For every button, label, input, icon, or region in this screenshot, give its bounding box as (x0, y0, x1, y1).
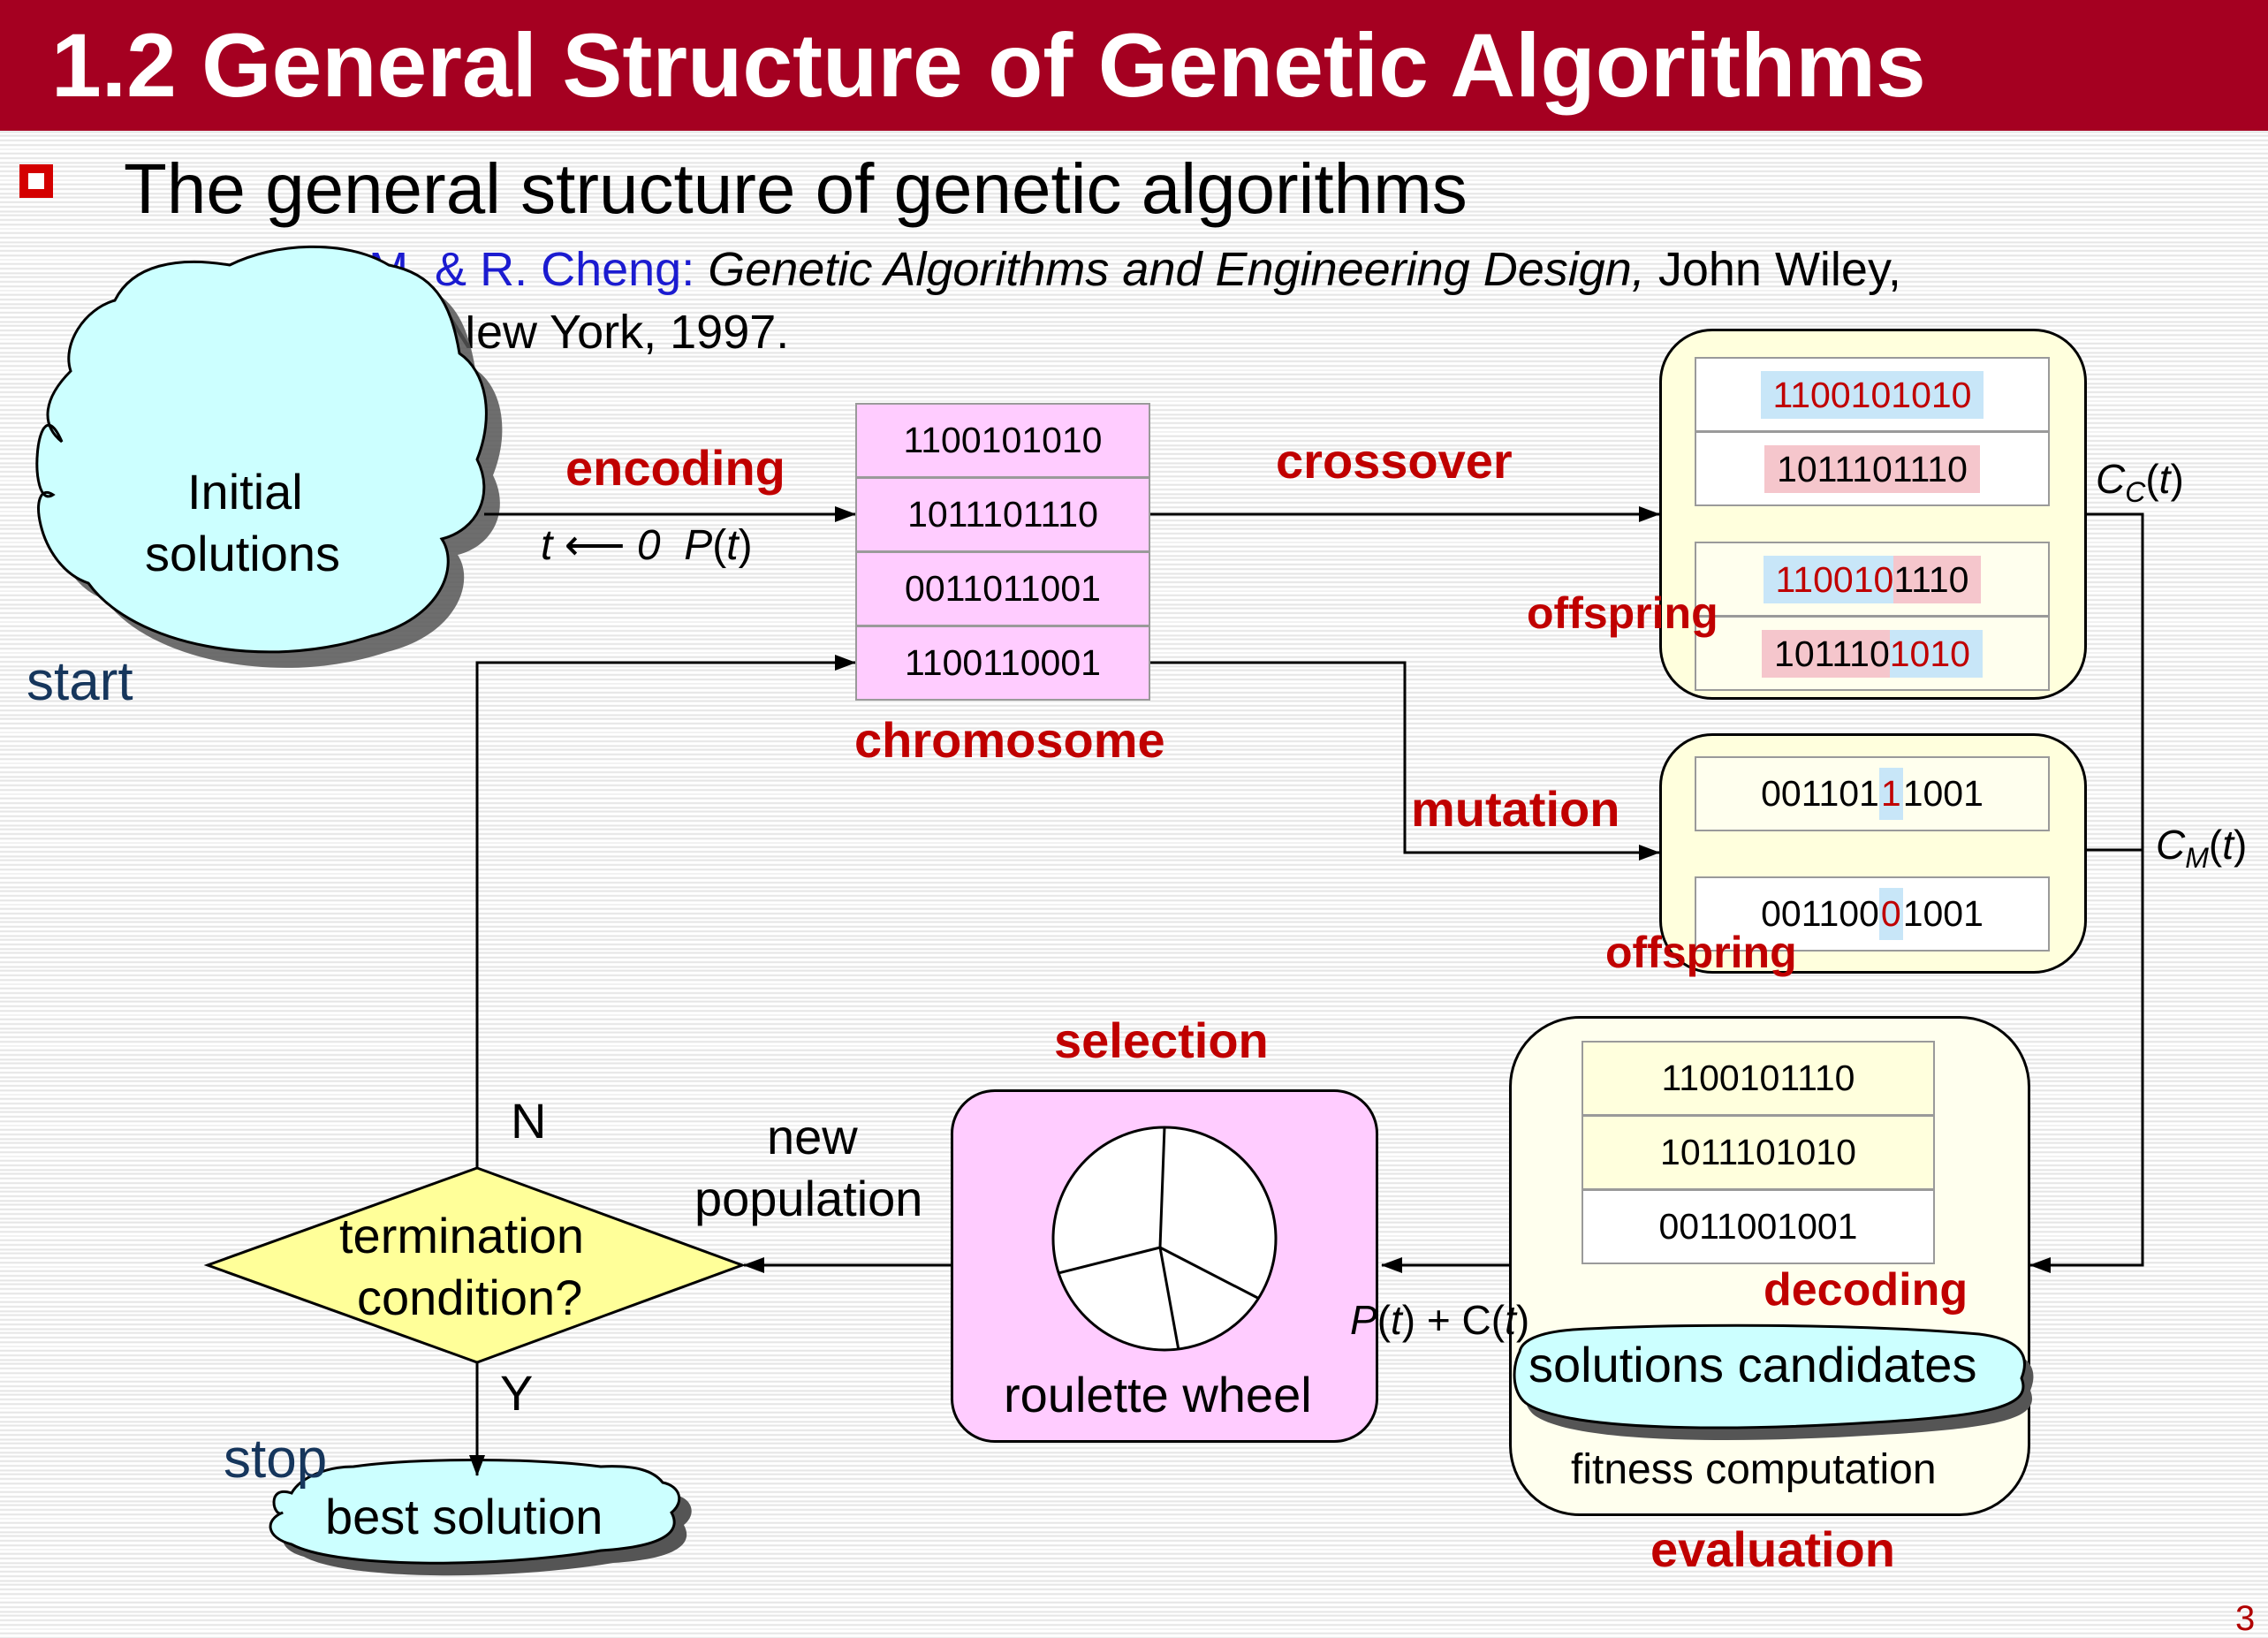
chromosome-row: 1100110001 (855, 626, 1150, 701)
Cm-label: CM(t) (2156, 820, 2247, 883)
mutation-after-tail: 1001 (1902, 893, 1984, 934)
crossover-label: crossover (1276, 433, 1513, 489)
evaluation-row: 1011101010 (1582, 1115, 1935, 1190)
crossover-child-2-tail: 1010 (1889, 629, 1983, 678)
merge-t2: t (1505, 1297, 1516, 1343)
mutation-after-bit: 0 (1878, 888, 1903, 940)
crossover-child-1-head: 110010 (1763, 555, 1894, 603)
mutation-before-head: 001101 (1761, 773, 1879, 814)
merge-mid: ) + C( (1401, 1297, 1506, 1343)
best-solution-label: best solution (325, 1489, 603, 1544)
Cm-open: ( (2208, 822, 2223, 868)
merge-close: ) (1515, 1297, 1530, 1343)
chromosome-label: chromosome (854, 712, 1165, 768)
Cm-t: t (2222, 822, 2234, 868)
Cm-close: ) (2234, 822, 2248, 868)
crossover-child-2: 101110 1010 (1695, 616, 2050, 691)
roulette-wheel-label: roulette wheel (1004, 1367, 1312, 1422)
merge-open: ( (1377, 1297, 1392, 1343)
evaluation-row: 0011001001 (1582, 1189, 1935, 1264)
mutation-label: mutation (1411, 781, 1620, 837)
chromosome-row: 1011101110 (855, 477, 1150, 552)
merge-P: P (1350, 1297, 1377, 1343)
new-population-line-2: population (694, 1171, 923, 1226)
formula-assign-arrow: ⟵ (564, 522, 626, 569)
crossover-parent-1: 1100101010 (1695, 357, 2050, 432)
termination-line-1: termination (339, 1208, 585, 1263)
crossover-offspring-label: offspring (1527, 588, 1718, 638)
mutation-before-bit: 1 (1878, 768, 1903, 820)
merge-formula: P(t) + C(t) (1350, 1295, 1529, 1345)
initial-solutions-line-2: solutions (145, 526, 341, 581)
mutation-before-tail: 1001 (1902, 773, 1984, 814)
crossover-parent-1-value: 1100101010 (1760, 370, 1984, 419)
formula-t: t (541, 522, 553, 569)
crossover-parent-2-value: 1011101110 (1764, 444, 1980, 493)
evaluation-label: evaluation (1650, 1521, 1895, 1577)
initial-solutions-cloud (35, 245, 503, 668)
encoding-label: encoding (565, 440, 785, 496)
merge-t: t (1391, 1297, 1402, 1343)
page-number: 3 (2235, 1599, 2256, 1638)
crossover-child-1: 110010 1110 (1695, 542, 2050, 617)
initial-solutions-line-1: Initial (187, 464, 303, 519)
crossover-parent-2: 1011101110 (1695, 431, 2050, 506)
chromosome-row: 1100101010 (855, 403, 1150, 478)
chromosome-row: 0011011001 (855, 551, 1150, 626)
selection-label: selection (1054, 1012, 1269, 1068)
crossover-child-2-head: 101110 (1762, 629, 1890, 678)
Cc-sub: C (2125, 476, 2146, 509)
mutation-before: 001101 1 1001 (1695, 756, 2050, 831)
formula-close: ) (738, 522, 753, 569)
termination-line-2: condition? (357, 1270, 583, 1325)
crossover-child-1-tail: 1110 (1893, 555, 1982, 603)
Cc-t: t (2158, 456, 2171, 502)
termination-no-label: N (511, 1093, 547, 1149)
formula-t2: t (726, 522, 739, 569)
evaluation-row: 1100101110 (1582, 1041, 1935, 1116)
decoding-label: decoding (1764, 1264, 1968, 1316)
formula-zero: 0 (636, 522, 661, 569)
encoding-init-formula: t ⟵ 0 P(t) (541, 521, 753, 571)
start-label: start (27, 651, 133, 712)
Cc-close: ) (2170, 456, 2184, 502)
Cc-label: CC(t) (2096, 454, 2184, 517)
formula-open: ( (712, 522, 727, 569)
solutions-candidates-label: solutions candidates (1528, 1337, 1977, 1392)
fitness-computation-label: fitness computation (1571, 1446, 1937, 1493)
Cc-open: ( (2145, 456, 2159, 502)
new-population-line-1: new (767, 1109, 858, 1164)
Cm-sub: M (2185, 842, 2209, 875)
formula-P: P (684, 522, 713, 569)
Cm-main: C (2156, 822, 2186, 868)
termination-yes-label: Y (500, 1365, 534, 1421)
stop-label: stop (224, 1429, 328, 1490)
mutation-offspring-label: offspring (1605, 928, 1797, 977)
roulette-wheel-icon (1051, 1126, 1278, 1352)
Cc-main: C (2096, 456, 2126, 502)
